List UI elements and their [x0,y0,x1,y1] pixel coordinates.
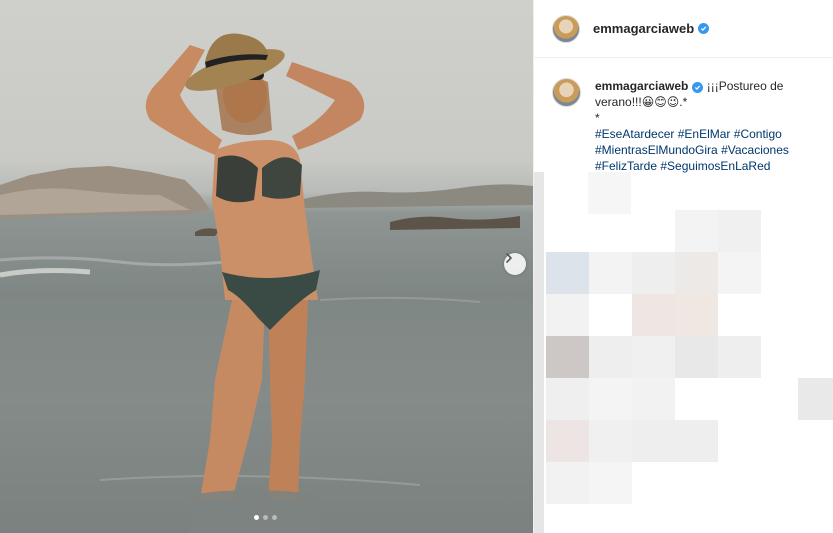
hashtag-link[interactable]: #MientrasElMundoGira [595,143,718,157]
hashtag-link[interactable]: #EseAtardecer [595,127,674,141]
post-header: emmagarciaweb [534,0,833,58]
caption-emojis: 😀😊😉 [641,95,680,109]
caption-username[interactable]: emmagarciaweb [595,79,688,93]
avatar[interactable] [552,14,580,43]
verified-badge-icon [692,82,704,93]
caption-line-2: * [595,111,600,125]
chevron-right-icon [506,253,512,263]
obscured-comments-area [534,172,833,533]
header-username[interactable]: emmagarciaweb [593,21,694,36]
carousel-dot-3 [272,515,277,520]
hashtag-list: #EseAtardecer #EnElMar #Contigo #Mientra… [595,126,822,174]
hashtag-link[interactable]: #SeguimosEnLaRed [660,159,770,173]
post-photo[interactable] [0,0,533,533]
post-caption: emmagarciaweb ¡¡¡Postureo de verano!!!😀😊… [552,78,822,174]
hashtag-link[interactable]: #Vacaciones [721,143,789,157]
verified-badge-icon [698,23,710,34]
hashtag-link[interactable]: #FelizTarde [595,159,657,173]
carousel-dot-1 [254,515,259,520]
caption-suffix: .* [679,95,688,109]
caption-body: emmagarciaweb ¡¡¡Postureo de verano!!!😀😊… [595,78,822,174]
carousel-next-button[interactable] [504,253,526,275]
carousel-indicator [254,515,277,520]
carousel-dot-2 [263,515,268,520]
caption-avatar[interactable] [552,78,581,107]
beach-scene-image [0,33,533,533]
hashtag-link[interactable]: #EnElMar [678,127,731,141]
hashtag-link[interactable]: #Contigo [734,127,782,141]
post-side-panel: emmagarciaweb emmagarciaweb ¡¡¡Postureo … [533,0,833,533]
